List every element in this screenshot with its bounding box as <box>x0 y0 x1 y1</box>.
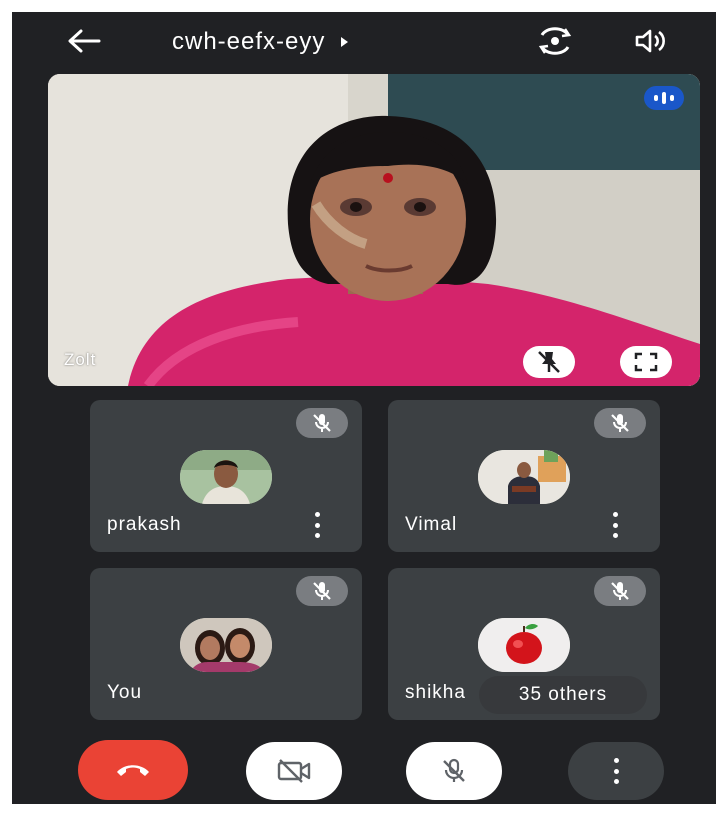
avatar <box>478 618 570 672</box>
more-vert-icon <box>612 512 618 517</box>
participant-name: Vimal <box>405 514 458 535</box>
participant-tile[interactable]: Vimal <box>388 400 660 552</box>
fullscreen-icon <box>634 352 658 372</box>
camera-toggle-button[interactable] <box>246 742 342 800</box>
mic-off-icon <box>296 408 348 438</box>
avatar <box>478 450 570 504</box>
participant-tile[interactable]: prakash <box>90 400 362 552</box>
phone-hangup-icon <box>117 765 149 776</box>
unpin-button[interactable] <box>523 346 575 378</box>
participant-name: prakash <box>107 514 182 535</box>
chevron-right-icon <box>341 37 349 47</box>
fullscreen-button[interactable] <box>620 346 672 378</box>
speaker-icon <box>635 29 665 53</box>
arrow-left-icon <box>68 29 101 53</box>
avatar <box>180 450 272 504</box>
mic-off-icon <box>594 408 646 438</box>
mic-toggle-button[interactable] <box>406 742 502 800</box>
meet-call-screen: cwh-eefx-eyy Zolt prakash Vimal You shik… <box>12 12 716 804</box>
more-vert-icon <box>314 512 320 517</box>
camera-off-icon <box>277 759 311 783</box>
avatar <box>180 618 272 672</box>
end-call-button[interactable] <box>78 740 188 800</box>
participant-menu-button[interactable] <box>312 512 322 538</box>
mic-off-icon <box>594 576 646 606</box>
unpin-icon <box>538 351 560 373</box>
main-video-feed[interactable]: Zolt <box>48 74 700 386</box>
participant-name: shikha <box>405 682 466 703</box>
more-vert-icon <box>612 758 620 784</box>
participant-video-image <box>48 74 700 386</box>
speaking-indicator-icon <box>644 86 684 110</box>
mic-off-icon <box>296 576 348 606</box>
participant-tile[interactable]: You <box>90 568 362 720</box>
meeting-details-button[interactable]: cwh-eefx-eyy <box>172 26 349 58</box>
switch-camera-button[interactable] <box>536 26 574 56</box>
participant-name: You <box>107 682 143 703</box>
back-button[interactable] <box>64 26 104 56</box>
camera-switch-icon <box>538 27 572 55</box>
speaker-button[interactable] <box>634 27 668 55</box>
meeting-code: cwh-eefx-eyy <box>172 28 326 55</box>
mic-off-icon <box>443 758 465 782</box>
more-options-button[interactable] <box>568 742 664 800</box>
participant-menu-button[interactable] <box>610 512 620 538</box>
main-participant-name: Zolt <box>64 350 97 369</box>
top-bar: cwh-eefx-eyy <box>12 12 716 72</box>
others-count-button[interactable]: 35 others <box>479 676 647 714</box>
